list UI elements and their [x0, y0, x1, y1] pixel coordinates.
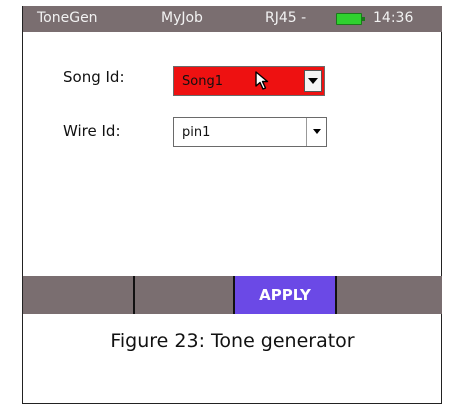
- softkey-bar: APPLY: [23, 276, 442, 314]
- apply-button[interactable]: APPLY: [235, 276, 337, 314]
- figure-caption: Figure 23: Tone generator: [110, 330, 355, 352]
- softkey-1[interactable]: [23, 276, 135, 314]
- softkey-2[interactable]: [135, 276, 235, 314]
- song-id-label: Song Id:: [63, 68, 125, 86]
- wire-id-select[interactable]: pin1: [173, 117, 327, 147]
- status-bar: ToneGen MyJob RJ45 - 14:36: [23, 6, 442, 32]
- wire-id-label: Wire Id:: [63, 122, 121, 140]
- chevron-down-icon: [312, 129, 321, 134]
- battery-full-icon: [336, 13, 365, 25]
- clock: 14:36: [373, 10, 414, 26]
- mouse-pointer-icon: [255, 71, 269, 90]
- port-status: RJ45 -: [265, 10, 307, 26]
- wire-id-value: pin1: [182, 125, 211, 140]
- job-name: MyJob: [161, 10, 203, 26]
- softkey-4[interactable]: [337, 276, 442, 314]
- song-id-dropdown-button[interactable]: [304, 70, 322, 92]
- device-frame: ToneGen MyJob RJ45 - 14:36 Song Id: Song…: [22, 6, 442, 404]
- song-id-value: Song1: [182, 74, 223, 89]
- song-id-select[interactable]: Song1: [173, 66, 325, 96]
- app-name: ToneGen: [37, 10, 98, 26]
- chevron-down-icon: [308, 77, 318, 84]
- wire-id-dropdown-button[interactable]: [306, 118, 326, 146]
